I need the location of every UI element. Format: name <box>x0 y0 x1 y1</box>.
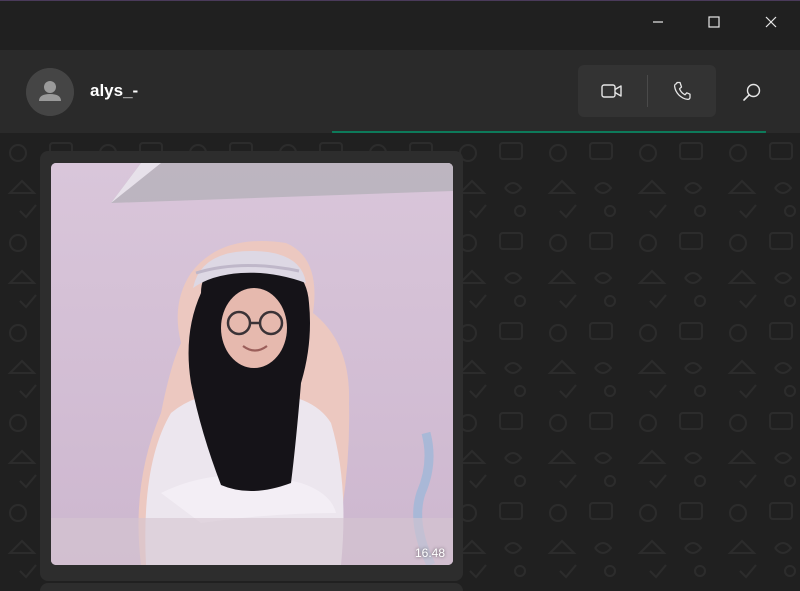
message-timestamp: 16.48 <box>414 546 445 560</box>
photo-image <box>51 163 453 565</box>
minimize-button[interactable] <box>630 1 686 43</box>
chat-area: 16.48 <box>0 133 800 591</box>
call-button-group <box>578 65 716 117</box>
video-camera-icon <box>601 84 622 98</box>
next-message-bubble[interactable] <box>40 583 463 591</box>
close-icon <box>765 16 777 28</box>
video-call-button[interactable] <box>578 65 647 117</box>
title-bar <box>0 0 800 50</box>
search-button[interactable] <box>730 73 774 111</box>
avatar[interactable] <box>26 68 74 116</box>
maximize-icon <box>708 16 720 28</box>
voice-call-button[interactable] <box>648 65 717 117</box>
maximize-button[interactable] <box>686 1 742 43</box>
default-avatar-icon <box>26 68 74 116</box>
phone-icon <box>673 81 691 101</box>
search-icon <box>743 83 761 101</box>
message-photo[interactable]: 16.48 <box>51 163 453 565</box>
image-message-bubble[interactable]: 16.48 <box>40 151 463 581</box>
close-button[interactable] <box>743 1 799 43</box>
app-window: alys_- 16.48 <box>0 0 800 591</box>
contact-name[interactable]: alys_- <box>90 81 138 101</box>
minimize-icon <box>653 21 663 23</box>
chat-header: alys_- <box>0 50 800 133</box>
